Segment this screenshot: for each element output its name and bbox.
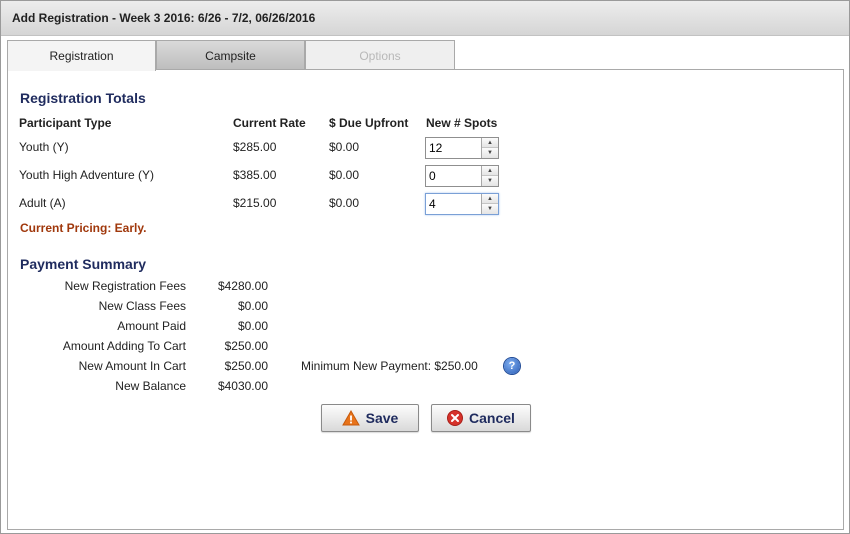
rate-youth-high-adventure: $385.00 — [233, 168, 277, 182]
spinner-buttons: ▲ ▼ — [481, 138, 498, 158]
spots-input-adult[interactable] — [426, 194, 483, 214]
spots-stepper-adult: ▲ ▼ — [425, 193, 499, 215]
header-current-rate: Current Rate — [233, 116, 306, 130]
value-new-amount-in-cart: $250.00 — [224, 359, 268, 373]
spots-input-youth-high-adventure[interactable] — [426, 166, 483, 186]
registration-panel: Registration Totals Participant Type Cur… — [7, 69, 844, 530]
label-new-class-fees: New Class Fees — [98, 299, 186, 313]
increment-icon[interactable]: ▲ — [482, 138, 498, 148]
label-amount-adding-to-cart: Amount Adding To Cart — [62, 339, 186, 353]
due-youth-high-adventure: $0.00 — [329, 168, 360, 182]
registration-totals-title: Registration Totals — [20, 90, 146, 106]
rate-youth: $285.00 — [233, 140, 277, 154]
spots-stepper-youth-high-adventure: ▲ ▼ — [425, 165, 499, 187]
tab-registration[interactable]: Registration — [7, 40, 156, 71]
tab-campsite[interactable]: Campsite — [156, 40, 305, 70]
due-adult: $0.00 — [329, 196, 360, 210]
value-new-registration-fees: $4280.00 — [217, 279, 268, 293]
spots-stepper-youth: ▲ ▼ — [425, 137, 499, 159]
warning-icon — [341, 410, 360, 426]
cancel-button-label: Cancel — [469, 410, 515, 426]
value-amount-paid: $0.00 — [237, 319, 268, 333]
label-new-balance: New Balance — [115, 379, 186, 393]
participant-type-adult: Adult (A) — [19, 196, 66, 210]
participant-type-youth: Youth (Y) — [19, 140, 69, 154]
decrement-icon[interactable]: ▼ — [482, 176, 498, 186]
payment-summary-title: Payment Summary — [20, 256, 147, 272]
cancel-circle-icon — [447, 410, 464, 426]
participant-type-youth-high-adventure: Youth High Adventure (Y) — [19, 168, 154, 182]
dialog-title: Add Registration - Week 3 2016: 6/26 - 7… — [1, 1, 849, 36]
label-new-amount-in-cart: New Amount In Cart — [78, 359, 186, 373]
label-new-registration-fees: New Registration Fees — [64, 279, 186, 293]
label-amount-paid: Amount Paid — [117, 319, 186, 333]
minimum-new-payment: Minimum New Payment: $250.00 — [301, 359, 478, 373]
decrement-icon[interactable]: ▼ — [482, 204, 498, 214]
help-icon[interactable]: ? — [504, 358, 520, 374]
rate-adult: $215.00 — [233, 196, 277, 210]
spinner-buttons: ▲ ▼ — [481, 166, 498, 186]
cancel-button[interactable]: Cancel — [431, 404, 531, 432]
header-participant-type: Participant Type — [19, 116, 112, 130]
current-pricing-note: Current Pricing: Early. — [20, 221, 147, 235]
tab-options: Options — [305, 40, 455, 70]
decrement-icon[interactable]: ▼ — [482, 148, 498, 158]
spots-input-youth[interactable] — [426, 138, 483, 158]
increment-icon[interactable]: ▲ — [482, 166, 498, 176]
save-button[interactable]: Save — [321, 404, 419, 432]
add-registration-dialog: Add Registration - Week 3 2016: 6/26 - 7… — [0, 0, 850, 534]
header-due-upfront: $ Due Upfront — [329, 116, 409, 130]
spinner-buttons: ▲ ▼ — [481, 194, 498, 214]
increment-icon[interactable]: ▲ — [482, 194, 498, 204]
value-new-balance: $4030.00 — [217, 379, 268, 393]
save-button-label: Save — [365, 410, 399, 426]
header-new-spots: New # Spots — [426, 116, 498, 130]
due-youth: $0.00 — [329, 140, 360, 154]
value-amount-adding-to-cart: $250.00 — [224, 339, 268, 353]
value-new-class-fees: $0.00 — [237, 299, 268, 313]
